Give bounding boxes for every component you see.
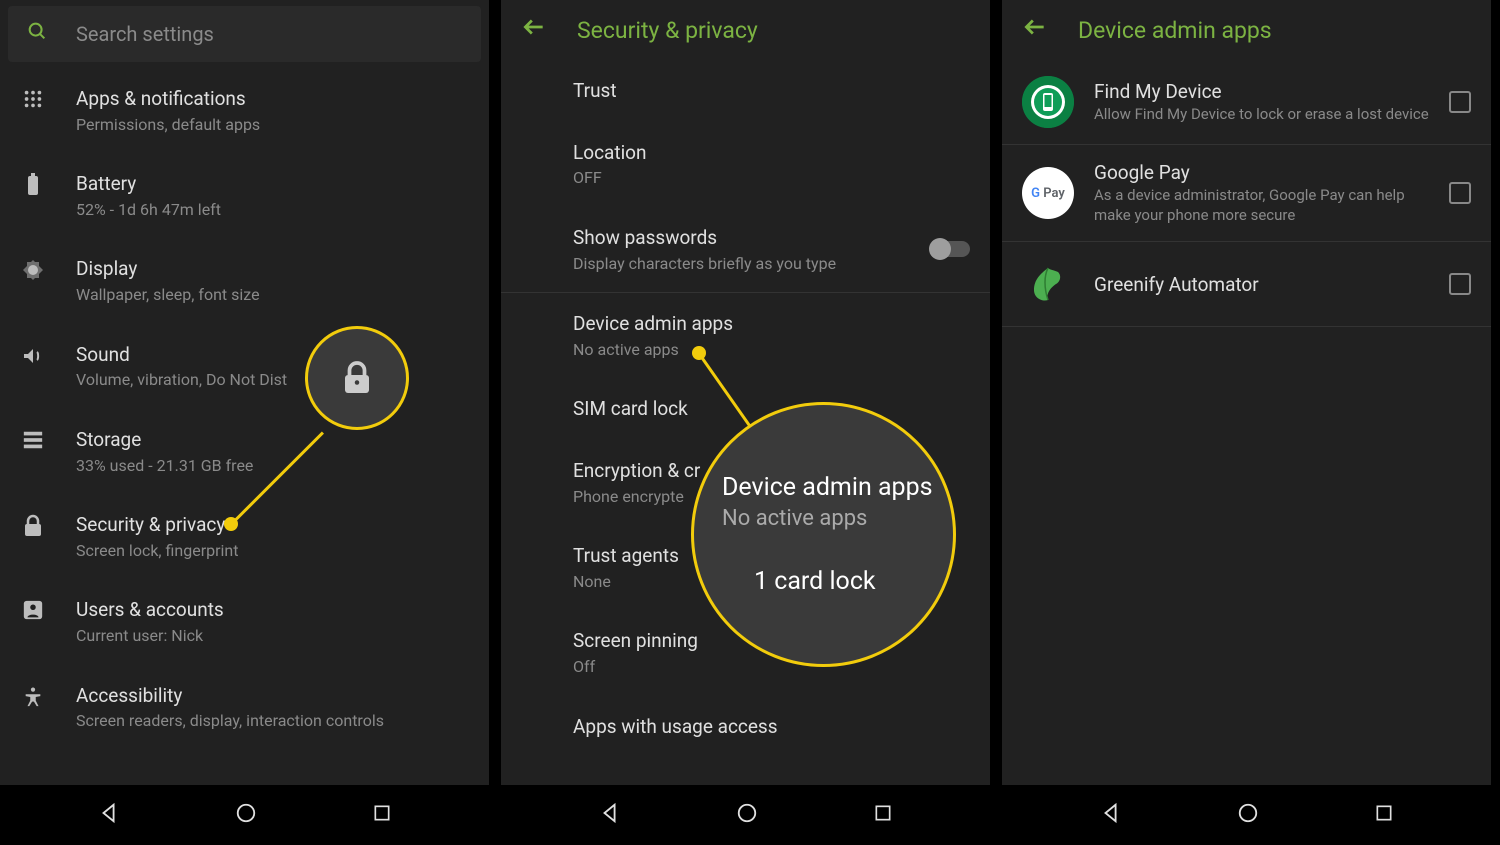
item-display[interactable]: Display Wallpaper, sleep, font size [0, 238, 489, 323]
admin-google-pay[interactable]: G Pay Google Pay As a device administrat… [1002, 145, 1491, 241]
settings-main-screen: Search settings Apps & notifications Per… [0, 0, 489, 845]
find-my-device-icon [1022, 76, 1074, 128]
google-pay-icon: G Pay [1022, 167, 1074, 219]
search-bar[interactable]: Search settings [8, 6, 481, 62]
admin-greenify[interactable]: Greenify Automator [1002, 242, 1491, 326]
item-trust[interactable]: Trust [501, 60, 990, 122]
checkbox[interactable] [1449, 273, 1471, 295]
navbar [1002, 785, 1491, 845]
brightness-icon [20, 256, 46, 282]
checkbox[interactable] [1449, 182, 1471, 204]
item-device-admin[interactable]: Device admin apps No active apps [501, 293, 990, 378]
header: Device admin apps [1002, 0, 1491, 60]
storage-icon [20, 427, 46, 451]
greenify-icon [1022, 258, 1074, 310]
item-title: Storage [76, 427, 469, 453]
item-sim-lock[interactable]: SIM card lock [501, 378, 990, 440]
item-encryption[interactable]: Encryption & cr Phone encrypte [501, 440, 990, 525]
item-show-passwords[interactable]: Show passwords Display characters briefl… [501, 207, 990, 292]
item-title: Accessibility [76, 683, 469, 709]
item-users[interactable]: Users & accounts Current user: Nick [0, 579, 489, 664]
navbar [0, 785, 489, 845]
item-title: Users & accounts [76, 597, 469, 623]
nav-home-icon[interactable] [235, 802, 257, 828]
nav-recents-icon[interactable] [1374, 803, 1394, 827]
admin-list: Find My Device Allow Find My Device to l… [1002, 60, 1491, 785]
lock-icon [20, 512, 46, 538]
device-admin-screen: Device admin apps Find My Device Allow F… [1002, 0, 1491, 845]
item-sub: Wallpaper, sleep, font size [76, 284, 469, 306]
item-location[interactable]: Location OFF [501, 122, 990, 207]
item-usage-access[interactable]: Apps with usage access [501, 696, 990, 758]
item-title: Apps & notifications [76, 86, 469, 112]
nav-recents-icon[interactable] [873, 803, 893, 827]
item-title: Sound [76, 342, 469, 368]
item-accessibility[interactable]: Accessibility Screen readers, display, i… [0, 665, 489, 750]
header-title: Device admin apps [1078, 17, 1272, 44]
nav-recents-icon[interactable] [372, 803, 392, 827]
nav-back-icon[interactable] [98, 802, 120, 828]
toggle-switch[interactable] [930, 241, 970, 257]
back-icon[interactable] [521, 14, 547, 47]
navbar [501, 785, 990, 845]
settings-list: Apps & notifications Permissions, defaul… [0, 68, 489, 785]
search-placeholder: Search settings [76, 22, 214, 46]
apps-icon [20, 86, 46, 110]
security-screen: Security & privacy Trust Location OFF Sh… [501, 0, 990, 845]
user-icon [20, 597, 46, 621]
divider [1002, 326, 1491, 327]
header-title: Security & privacy [577, 17, 758, 44]
item-sub: 33% used - 21.31 GB free [76, 455, 469, 477]
item-sub: Permissions, default apps [76, 114, 469, 136]
item-trust-agents[interactable]: Trust agents None [501, 525, 990, 610]
search-icon [26, 20, 48, 48]
item-sub: Volume, vibration, Do Not Dist [76, 369, 469, 391]
battery-icon [20, 171, 46, 197]
accessibility-icon [20, 683, 46, 709]
nav-home-icon[interactable] [736, 802, 758, 828]
item-sub: Screen readers, display, interaction con… [76, 710, 469, 732]
item-battery[interactable]: Battery 52% - 1d 6h 47m left [0, 153, 489, 238]
nav-back-icon[interactable] [599, 802, 621, 828]
sound-icon [20, 342, 46, 368]
nav-home-icon[interactable] [1237, 802, 1259, 828]
item-title: Security & privacy [76, 512, 469, 538]
item-title: Battery [76, 171, 469, 197]
admin-find-my-device[interactable]: Find My Device Allow Find My Device to l… [1002, 60, 1491, 144]
back-icon[interactable] [1022, 14, 1048, 47]
item-sub: Current user: Nick [76, 625, 469, 647]
nav-back-icon[interactable] [1100, 802, 1122, 828]
header: Security & privacy [501, 0, 990, 60]
checkbox[interactable] [1449, 91, 1471, 113]
item-screen-pinning[interactable]: Screen pinning Off [501, 610, 990, 695]
item-apps-notifications[interactable]: Apps & notifications Permissions, defaul… [0, 68, 489, 153]
item-sound[interactable]: Sound Volume, vibration, Do Not Dist [0, 324, 489, 409]
item-sub: 52% - 1d 6h 47m left [76, 199, 469, 221]
item-storage[interactable]: Storage 33% used - 21.31 GB free [0, 409, 489, 494]
item-sub: Screen lock, fingerprint [76, 540, 469, 562]
item-title: Display [76, 256, 469, 282]
